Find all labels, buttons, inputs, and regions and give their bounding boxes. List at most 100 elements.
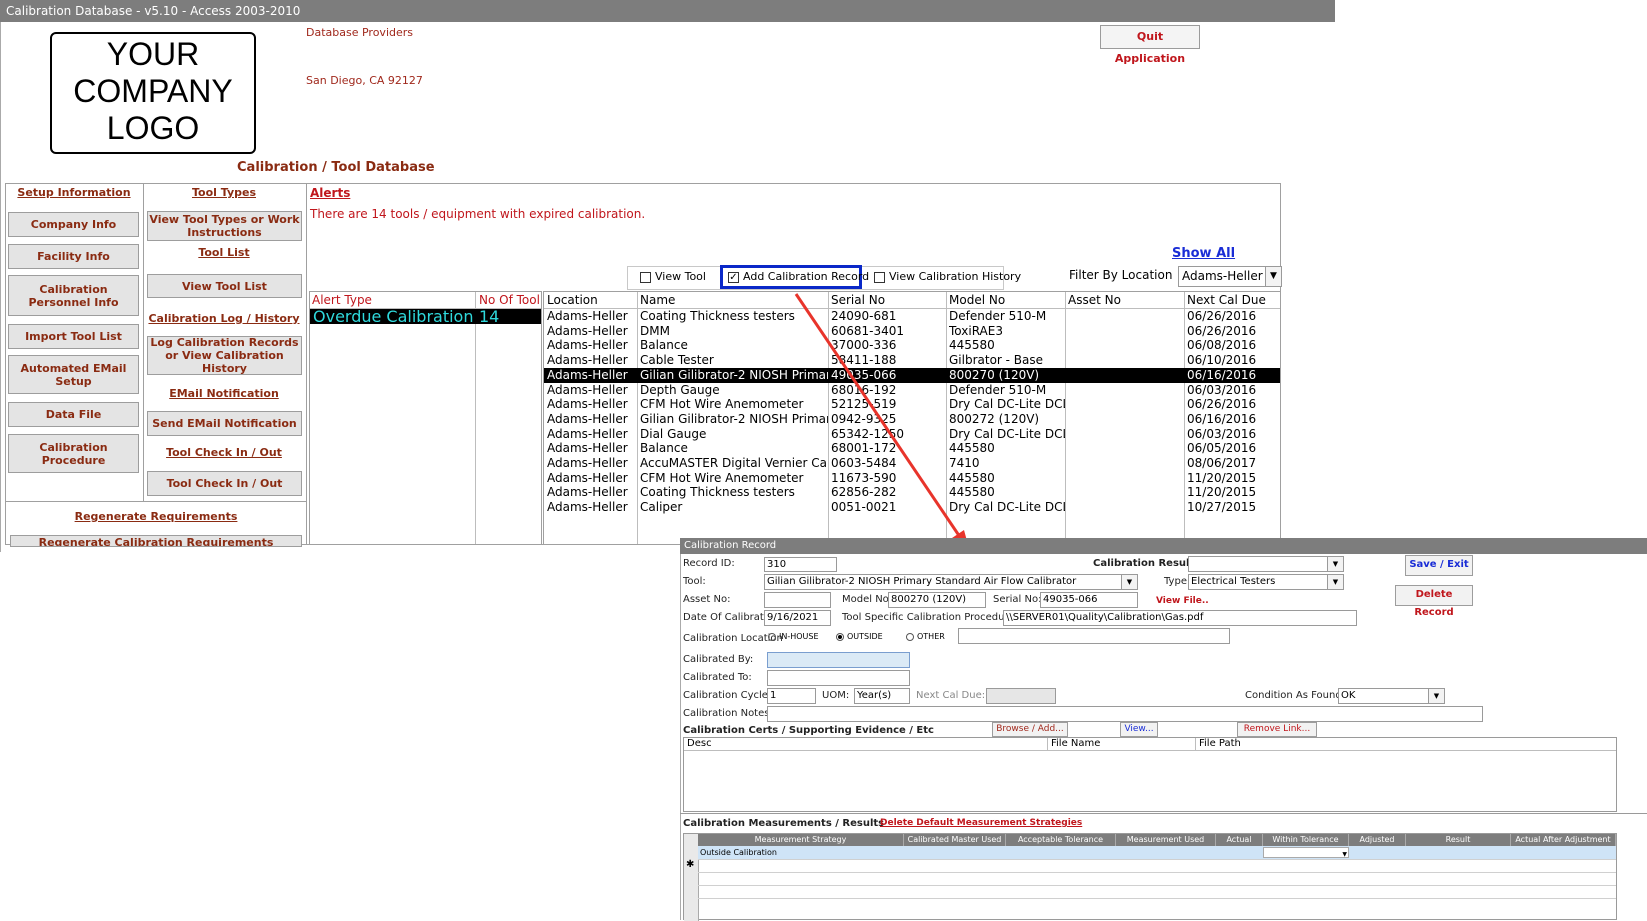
send-email-notification-button[interactable]: Send EMail Notification xyxy=(147,411,302,436)
procedure-label: Tool Specific Calibration Procedure: xyxy=(842,612,1018,623)
chevron-down-icon[interactable]: ▼ xyxy=(1265,267,1281,286)
tool-select[interactable]: Gilian Gilibrator-2 NIOSH Primary Standa… xyxy=(764,574,1138,590)
serial-no-field[interactable]: 49035-066 xyxy=(1040,592,1138,608)
asset-no-field[interactable] xyxy=(764,592,831,608)
chevron-down-icon[interactable]: ▼ xyxy=(1121,575,1137,589)
model-no-field[interactable]: 800270 (120V) xyxy=(888,592,986,608)
within-tolerance-select[interactable]: ▼ xyxy=(1263,847,1349,858)
calibrated-by-field[interactable] xyxy=(767,652,910,668)
outside-radio-option[interactable]: OUTSIDE xyxy=(836,632,883,641)
uom-field[interactable]: Year(s) xyxy=(854,688,910,704)
next-cal-due-col-header: Next Cal Due xyxy=(1187,293,1266,307)
email-notification-header[interactable]: EMail Notification xyxy=(146,387,302,400)
view-cert-button[interactable]: View... xyxy=(1120,722,1158,737)
log-calibration-records-button[interactable]: Log Calibration Records or View Calibrat… xyxy=(147,336,302,375)
regenerate-calibration-requirements-button[interactable]: Regenerate Calibration Requirements xyxy=(10,535,302,547)
calibration-notes-field[interactable] xyxy=(767,706,1483,722)
asset-no-cell xyxy=(1068,412,1184,427)
save-exit-button[interactable]: Save / Exit xyxy=(1405,555,1473,576)
location-cell: Adams-Heller xyxy=(547,323,628,338)
import-tool-list-button[interactable]: Import Tool List xyxy=(8,324,139,349)
show-all-link[interactable]: Show All xyxy=(1172,246,1235,261)
other-location-field[interactable] xyxy=(958,628,1230,644)
asset-no-cell xyxy=(1068,309,1184,324)
tool-list-header[interactable]: Tool List xyxy=(146,246,302,259)
next-cal-due-cell: 06/05/2016 xyxy=(1187,441,1257,456)
location-cell: Adams-Heller xyxy=(547,338,628,353)
view-file-link[interactable]: View File.. xyxy=(1156,596,1209,606)
next-cal-due-cell: 06/26/2016 xyxy=(1187,309,1257,323)
quit-application-button[interactable]: Quit Application xyxy=(1100,25,1200,65)
view-tool-option[interactable]: View Tool xyxy=(640,270,706,283)
condition-as-found-value: OK xyxy=(1341,690,1356,701)
measurement-row-line xyxy=(698,872,1616,873)
view-tool-checkbox[interactable] xyxy=(640,271,651,283)
measurements-section-label: Calibration Measurements / Results xyxy=(683,818,885,829)
calibrated-by-label: Calibrated By: xyxy=(683,654,754,665)
regenerate-requirements-header[interactable]: Regenerate Requirements xyxy=(10,510,302,523)
acceptable-tolerance-col-header: Acceptable Tolerance xyxy=(1006,834,1116,846)
asset-no-cell xyxy=(1068,500,1184,515)
condition-as-found-select[interactable]: OK ▼ xyxy=(1338,688,1445,704)
chevron-down-icon[interactable]: ▼ xyxy=(1428,689,1444,703)
view-calibration-history-option[interactable]: View Calibration History xyxy=(874,270,1021,283)
calibration-log-header[interactable]: Calibration Log / History xyxy=(146,312,302,325)
tool-check-in-out-header[interactable]: Tool Check In / Out xyxy=(146,446,302,459)
certs-grid-divider xyxy=(1195,738,1196,750)
procedure-field[interactable]: \\SERVER01\Quality\Calibration\Gas.pdf xyxy=(1003,610,1357,626)
alert-count-cell: 14 xyxy=(479,309,500,324)
alerts-header: Alerts xyxy=(310,186,351,200)
alert-type-col-header: Alert Type xyxy=(312,293,372,307)
tool-types-header[interactable]: Tool Types xyxy=(146,186,302,199)
automated-email-setup-button[interactable]: Automated EMail Setup xyxy=(8,355,139,394)
date-of-calibration-field[interactable]: 9/16/2021 xyxy=(764,610,831,626)
add-calibration-record-option[interactable]: ✓ Add Calibration Record xyxy=(728,270,869,283)
data-file-button[interactable]: Data File xyxy=(8,402,139,427)
measurement-row[interactable]: Outside Calibration ▼ xyxy=(698,846,1616,859)
asset-no-cell xyxy=(1068,383,1184,398)
chevron-down-icon[interactable]: ▼ xyxy=(1327,575,1343,589)
browse-add-button[interactable]: Browse / Add... xyxy=(992,722,1068,737)
actual-after-adjustment-col-header: Actual After Adjustment xyxy=(1511,834,1616,846)
record-id-field[interactable]: 310 xyxy=(764,557,837,572)
calibration-cycle-field[interactable]: 1 xyxy=(767,688,816,704)
view-tool-types-button[interactable]: View Tool Types or Work Instructions xyxy=(147,211,302,241)
filter-by-location-label: Filter By Location xyxy=(1069,268,1173,282)
company-info-button[interactable]: Company Info xyxy=(8,212,139,237)
other-radio[interactable] xyxy=(906,632,914,641)
location-cell: Adams-Heller xyxy=(547,456,628,470)
outside-radio[interactable] xyxy=(836,632,844,641)
calibrated-to-label: Calibrated To: xyxy=(683,672,752,683)
other-label: OTHER xyxy=(917,632,945,641)
remove-link-button[interactable]: Remove Link... xyxy=(1237,722,1317,737)
calibration-personnel-button[interactable]: Calibration Personnel Info xyxy=(8,275,139,316)
add-calibration-label: Add Calibration Record xyxy=(743,270,870,283)
location-cell: Adams-Heller xyxy=(547,411,628,426)
calibration-result-select[interactable]: ▼ xyxy=(1188,556,1344,572)
inhouse-radio-option[interactable]: IN-HOUSE xyxy=(768,632,819,641)
add-calibration-checkbox[interactable]: ✓ xyxy=(728,271,739,283)
result-col-header: Result xyxy=(1406,834,1511,846)
name-col-header: Name xyxy=(640,293,676,307)
tool-check-in-out-button[interactable]: Tool Check In / Out xyxy=(147,471,302,496)
asset-no-cell xyxy=(1068,324,1184,339)
measurement-used-col-header: Measurement Used xyxy=(1116,834,1216,846)
delete-default-strategies-link[interactable]: Delete Default Measurement Strategies xyxy=(880,818,1082,828)
other-radio-option[interactable]: OTHER xyxy=(906,632,945,641)
inhouse-radio[interactable] xyxy=(768,632,776,641)
facility-info-button[interactable]: Facility Info xyxy=(8,244,139,269)
setup-information-header[interactable]: Setup Information xyxy=(10,186,138,199)
location-cell: Adams-Heller xyxy=(547,382,628,397)
view-history-checkbox[interactable] xyxy=(874,271,885,283)
view-tool-list-button[interactable]: View Tool List xyxy=(147,274,302,298)
calibration-procedure-button[interactable]: Calibration Procedure xyxy=(8,434,139,473)
delete-record-button[interactable]: Delete Record xyxy=(1395,585,1473,618)
company-name: Database Providers xyxy=(306,26,414,39)
location-filter-value: Adams-Heller xyxy=(1182,269,1263,283)
chevron-down-icon[interactable]: ▼ xyxy=(1327,557,1343,571)
calibrated-to-field[interactable] xyxy=(767,670,910,686)
next-cal-due-cell: 11/20/2015 xyxy=(1187,470,1257,485)
alert-row[interactable]: Overdue Calibration 14 xyxy=(310,309,541,324)
type-select[interactable]: Electrical Testers ▼ xyxy=(1188,574,1344,590)
location-filter-select[interactable]: Adams-Heller ▼ xyxy=(1178,266,1282,287)
